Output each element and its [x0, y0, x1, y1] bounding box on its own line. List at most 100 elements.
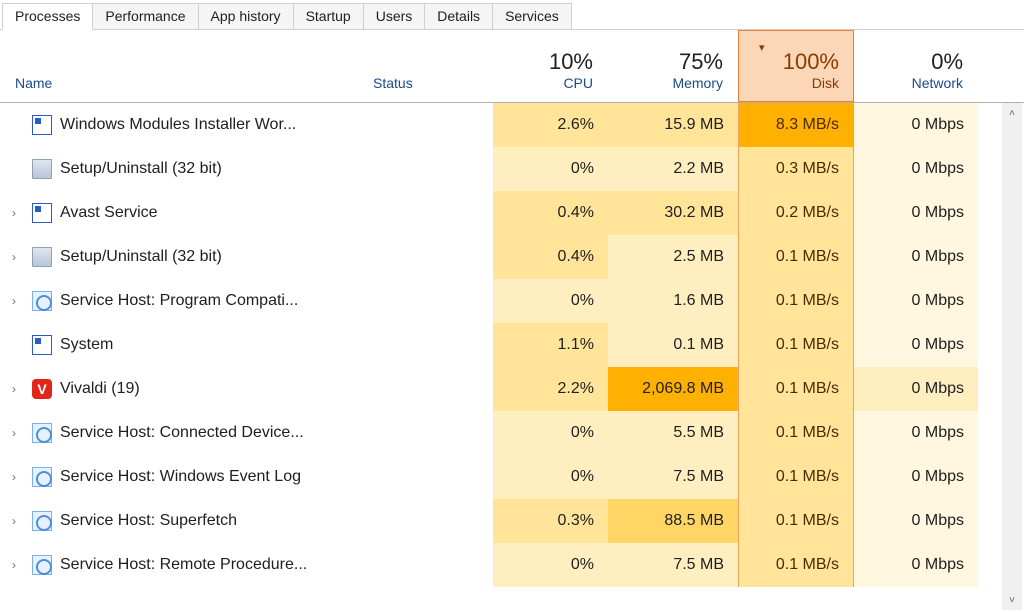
process-status: [358, 235, 493, 279]
expand-toggle: [0, 323, 28, 367]
gear-icon: [28, 455, 56, 499]
process-memory: 2,069.8 MB: [608, 367, 738, 411]
process-name: Service Host: Connected Device...: [56, 411, 358, 455]
installer-icon: [28, 147, 56, 191]
process-network: 0 Mbps: [854, 543, 978, 587]
app-icon: [28, 191, 56, 235]
process-disk: 0.1 MB/s: [738, 367, 854, 411]
process-disk: 0.1 MB/s: [738, 235, 854, 279]
process-status: [358, 191, 493, 235]
process-status: [358, 367, 493, 411]
process-cpu: 0.4%: [493, 191, 608, 235]
expand-toggle[interactable]: ›: [0, 411, 28, 455]
process-disk: 8.3 MB/s: [738, 103, 854, 147]
process-memory: 88.5 MB: [608, 499, 738, 543]
col-header-cpu-pct: 10%: [508, 49, 593, 75]
process-network: 0 Mbps: [854, 367, 978, 411]
process-name: Avast Service: [56, 191, 358, 235]
process-memory: 2.2 MB: [608, 147, 738, 191]
process-row[interactable]: Setup/Uninstall (32 bit)0%2.2 MB0.3 MB/s…: [0, 147, 1000, 191]
process-status: [358, 499, 493, 543]
process-row[interactable]: ›Vivaldi (19)2.2%2,069.8 MB0.1 MB/s0 Mbp…: [0, 367, 1000, 411]
process-row[interactable]: System1.1%0.1 MB0.1 MB/s0 Mbps: [0, 323, 1000, 367]
process-row[interactable]: ›Avast Service0.4%30.2 MB0.2 MB/s0 Mbps: [0, 191, 1000, 235]
scroll-up-button[interactable]: ˄: [1002, 103, 1022, 123]
process-network: 0 Mbps: [854, 191, 978, 235]
col-header-disk-label: Disk: [753, 75, 839, 91]
process-cpu: 0.4%: [493, 235, 608, 279]
tab-startup[interactable]: Startup: [293, 3, 364, 29]
process-name: Service Host: Remote Procedure...: [56, 543, 358, 587]
process-disk: 0.1 MB/s: [738, 499, 854, 543]
app-icon: [28, 323, 56, 367]
process-name: Vivaldi (19): [56, 367, 358, 411]
process-network: 0 Mbps: [854, 279, 978, 323]
process-memory: 1.6 MB: [608, 279, 738, 323]
process-network: 0 Mbps: [854, 411, 978, 455]
expand-toggle[interactable]: ›: [0, 499, 28, 543]
process-disk: 0.1 MB/s: [738, 455, 854, 499]
expand-toggle[interactable]: ›: [0, 235, 28, 279]
process-name: Service Host: Program Compati...: [56, 279, 358, 323]
expand-toggle: [0, 147, 28, 191]
expand-toggle[interactable]: ›: [0, 191, 28, 235]
process-network: 0 Mbps: [854, 147, 978, 191]
process-memory: 5.5 MB: [608, 411, 738, 455]
col-header-cpu[interactable]: 10% CPU: [493, 30, 608, 102]
process-row[interactable]: Windows Modules Installer Wor...2.6%15.9…: [0, 103, 1000, 147]
tab-performance[interactable]: Performance: [92, 3, 198, 29]
process-disk: 0.1 MB/s: [738, 411, 854, 455]
process-list: Windows Modules Installer Wor...2.6%15.9…: [0, 103, 1000, 612]
vivaldi-icon: [28, 367, 56, 411]
expand-toggle[interactable]: ›: [0, 279, 28, 323]
scroll-down-button[interactable]: ˅: [1002, 590, 1022, 610]
process-row[interactable]: ›Service Host: Program Compati...0%1.6 M…: [0, 279, 1000, 323]
process-row[interactable]: ›Setup/Uninstall (32 bit)0.4%2.5 MB0.1 M…: [0, 235, 1000, 279]
expand-toggle[interactable]: ›: [0, 367, 28, 411]
process-name: Service Host: Windows Event Log: [56, 455, 358, 499]
process-cpu: 0%: [493, 455, 608, 499]
expand-toggle[interactable]: ›: [0, 455, 28, 499]
process-row[interactable]: ›Service Host: Remote Procedure...0%7.5 …: [0, 543, 1000, 587]
col-header-cpu-label: CPU: [508, 75, 593, 91]
process-network: 0 Mbps: [854, 499, 978, 543]
gear-icon: [28, 499, 56, 543]
process-name: Windows Modules Installer Wor...: [56, 103, 358, 147]
tab-users[interactable]: Users: [363, 3, 426, 29]
col-header-status[interactable]: Status: [358, 30, 493, 102]
process-disk: 0.1 MB/s: [738, 279, 854, 323]
process-network: 0 Mbps: [854, 323, 978, 367]
process-memory: 7.5 MB: [608, 455, 738, 499]
col-header-name[interactable]: Name: [0, 30, 358, 102]
gear-icon: [28, 543, 56, 587]
col-header-memory[interactable]: 75% Memory: [608, 30, 738, 102]
col-header-disk-pct: 100%: [753, 49, 839, 75]
process-cpu: 1.1%: [493, 323, 608, 367]
process-row[interactable]: › Service Host: Windows Event Log 0%7.5 MB…: [0, 455, 1000, 499]
tab-processes[interactable]: Processes: [2, 3, 93, 30]
process-network: 0 Mbps: [854, 235, 978, 279]
tabstrip: ProcessesPerformanceApp historyStartupUs…: [0, 0, 1024, 30]
col-header-memory-label: Memory: [623, 75, 723, 91]
col-header-status-label: Status: [373, 75, 478, 91]
process-name: Service Host: Superfetch: [56, 499, 358, 543]
process-name: System: [56, 323, 358, 367]
tab-services[interactable]: Services: [492, 3, 572, 29]
app-icon: [28, 103, 56, 147]
col-header-network-pct: 0%: [869, 49, 963, 75]
process-row[interactable]: ›Service Host: Connected Device...0%5.5 …: [0, 411, 1000, 455]
tab-app-history[interactable]: App history: [198, 3, 294, 29]
process-row[interactable]: ›Service Host: Superfetch0.3%88.5 MB0.1 …: [0, 499, 1000, 543]
process-status: [358, 411, 493, 455]
col-header-name-label: Name: [15, 75, 343, 91]
col-header-disk[interactable]: ▾ 100% Disk: [738, 30, 854, 102]
vertical-scrollbar[interactable]: ˄ ˅: [1002, 103, 1022, 610]
process-memory: 0.1 MB: [608, 323, 738, 367]
process-cpu: 0%: [493, 543, 608, 587]
expand-toggle: [0, 103, 28, 147]
col-header-network[interactable]: 0% Network: [854, 30, 978, 102]
col-header-memory-pct: 75%: [623, 49, 723, 75]
process-status: [358, 543, 493, 587]
tab-details[interactable]: Details: [424, 3, 493, 29]
expand-toggle[interactable]: ›: [0, 543, 28, 587]
